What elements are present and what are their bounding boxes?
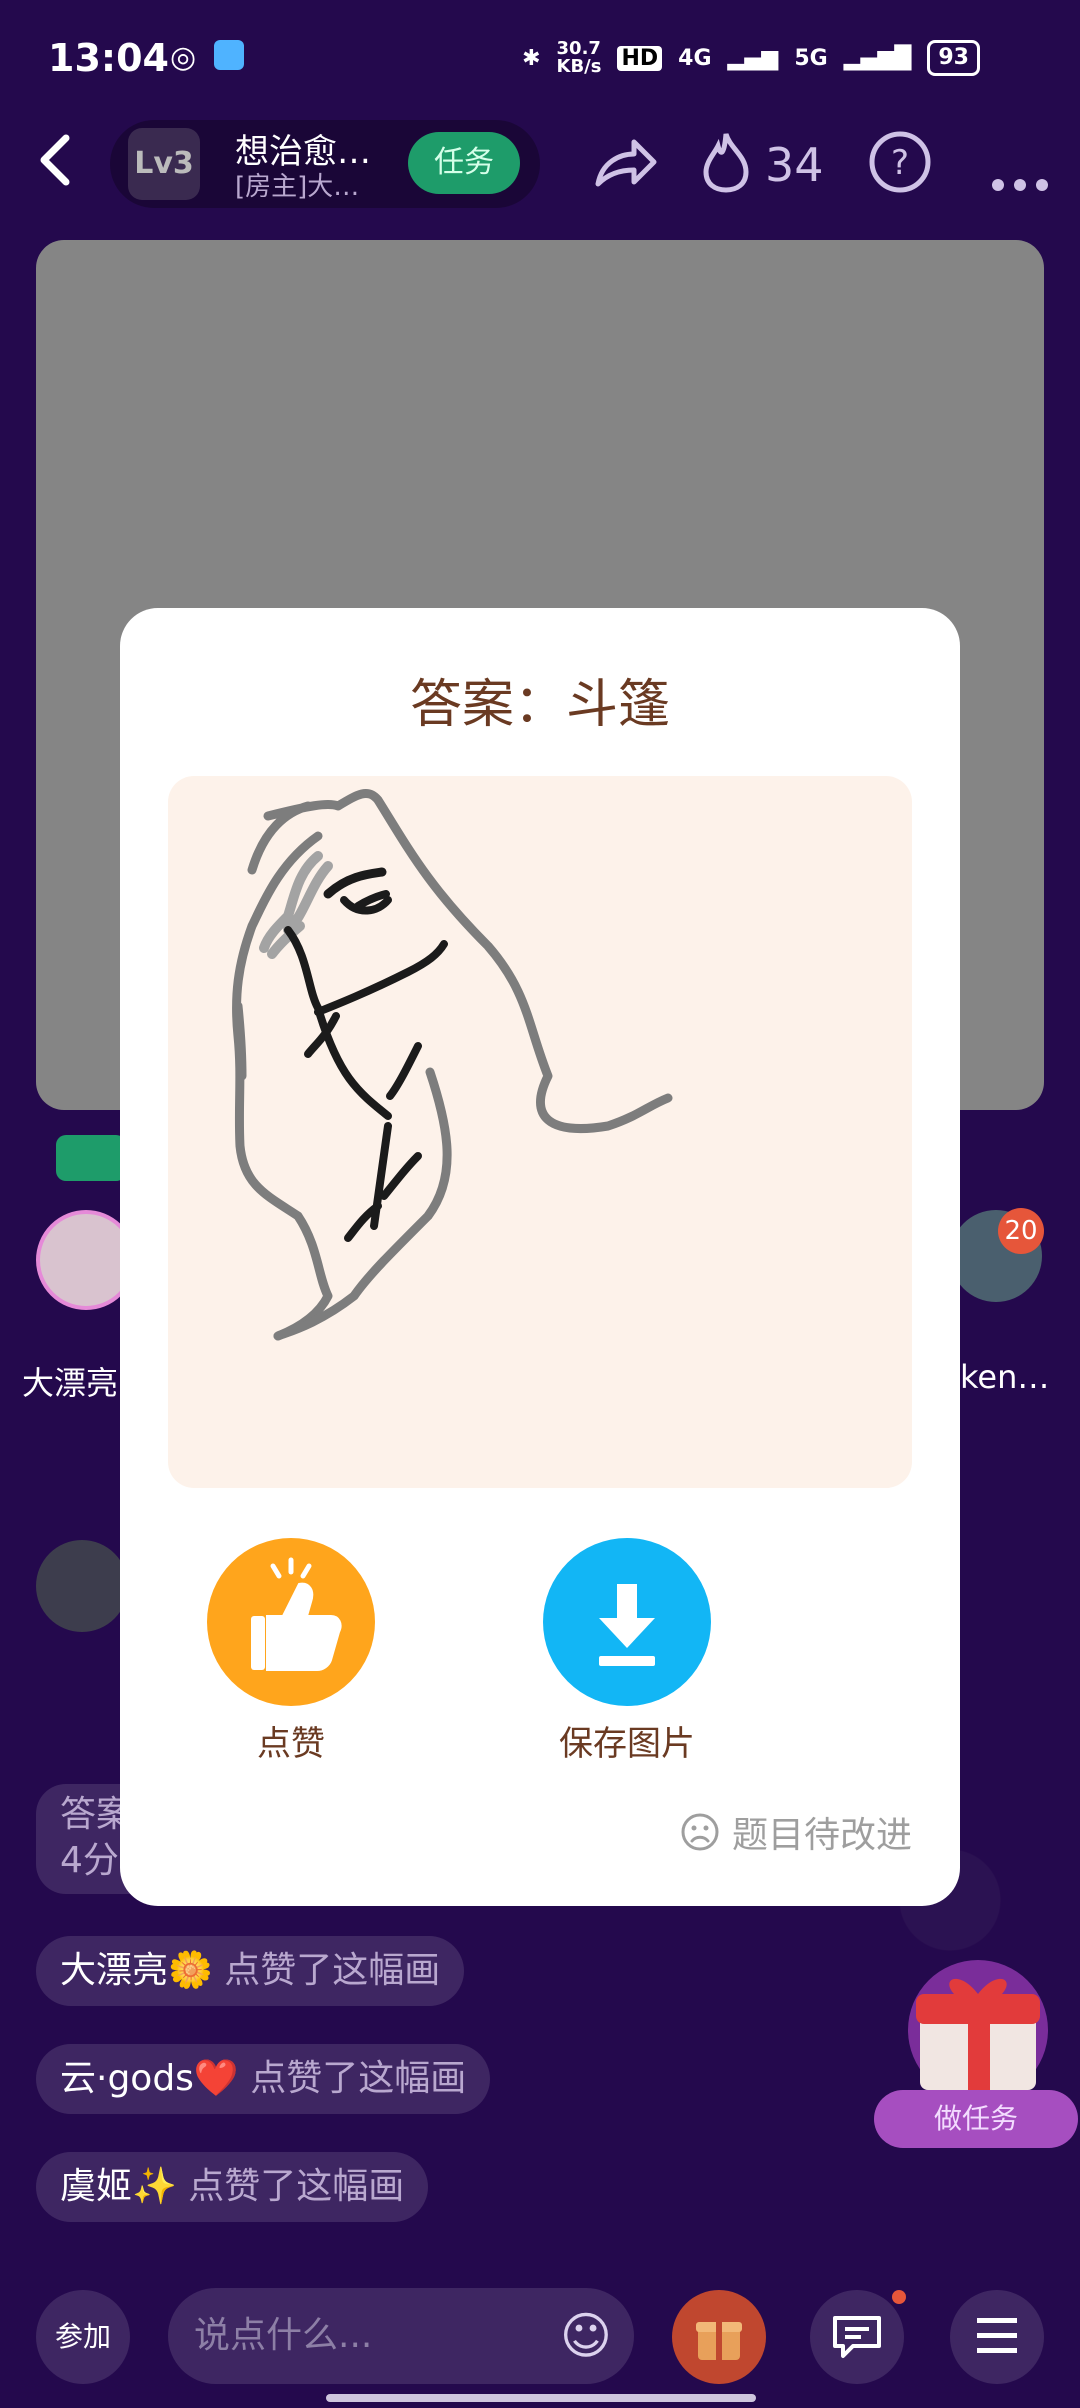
fire-count: 34 [765, 138, 824, 192]
gift-button[interactable] [672, 2290, 766, 2384]
notification-icon: ◎ [170, 40, 197, 75]
save-image-button[interactable]: 保存图片 [542, 1538, 712, 1765]
download-icon[interactable] [543, 1538, 711, 1706]
notification-dot [892, 2290, 906, 2304]
seat-name: ken… [960, 1358, 1050, 1396]
chat-message: 虞姬✨ 点赞了这幅画 [36, 2152, 429, 2222]
chat-icon[interactable] [810, 2290, 904, 2384]
room-owner: [房主]大… [235, 172, 360, 202]
room-info[interactable]: Lv3 想治愈… [房主]大… 任务 [110, 120, 540, 208]
svg-text:?: ? [891, 143, 909, 183]
help-icon[interactable]: ? [868, 130, 932, 208]
network-speed: 30.7 KB/s [556, 38, 602, 77]
check-badge [56, 1135, 126, 1181]
join-button[interactable]: 参加 [36, 2290, 130, 2384]
status-time: 13:04 [48, 36, 169, 80]
menu-icon[interactable] [950, 2290, 1044, 2384]
chat-message: 云·gods❤️ 点赞了这幅画 [36, 2044, 491, 2114]
do-task-button[interactable]: 做任务 [874, 2090, 1078, 2148]
thumbs-up-icon[interactable] [207, 1538, 375, 1706]
level-badge: Lv3 [128, 128, 200, 200]
bluetooth-icon: ✱ [522, 45, 541, 71]
battery-indicator: 93 [927, 40, 980, 76]
question-needs-improvement[interactable]: 题目待改进 [680, 1806, 912, 1858]
chat-input[interactable]: 说点什么... ☺ [168, 2288, 634, 2384]
app-notification-icon [214, 40, 245, 70]
fire-icon [700, 130, 752, 208]
avatar[interactable] [36, 1540, 128, 1632]
answer-title: 答案：斗篷 [409, 675, 670, 735]
save-image-label: 保存图片 [559, 1724, 695, 1764]
hd-icon: HD [617, 45, 663, 71]
answer-dialog: 答案：斗篷 点赞 保存图片 题目待改进 [120, 608, 960, 1906]
signal-bars-icon: ▂▄▆ [727, 45, 779, 71]
like-label: 点赞 [257, 1724, 325, 1764]
chat-message: 大漂亮🌼 点赞了这幅画 [36, 1936, 465, 2006]
like-button[interactable]: 点赞 [206, 1538, 376, 1765]
bottom-bar: 参加 说点什么... ☺ [0, 2280, 1080, 2408]
sad-face-icon [681, 1813, 719, 1851]
share-icon[interactable] [592, 132, 658, 206]
status-bar: 13:04 ◎ ✱ 30.7 KB/s HD 4G ▂▄▆ 5G ▂▄▆█ 93 [0, 0, 1080, 120]
task-button[interactable]: 任务 [408, 132, 520, 194]
signal-4g: 4G [678, 45, 712, 71]
back-icon[interactable] [34, 130, 74, 200]
drawing-image [168, 776, 912, 1488]
home-indicator[interactable] [326, 2394, 756, 2402]
room-header: Lv3 想治愈… [房主]大… 任务 34 ? [0, 120, 1080, 208]
emoji-icon[interactable]: ☺ [560, 2288, 612, 2384]
seat-badge: 20 [998, 1208, 1044, 1254]
signal-5g: 5G [794, 45, 828, 71]
signal-bars-icon: ▂▄▆█ [843, 45, 912, 71]
more-icon[interactable] [990, 144, 1050, 209]
seat-name: 大漂亮 [22, 1364, 119, 1402]
